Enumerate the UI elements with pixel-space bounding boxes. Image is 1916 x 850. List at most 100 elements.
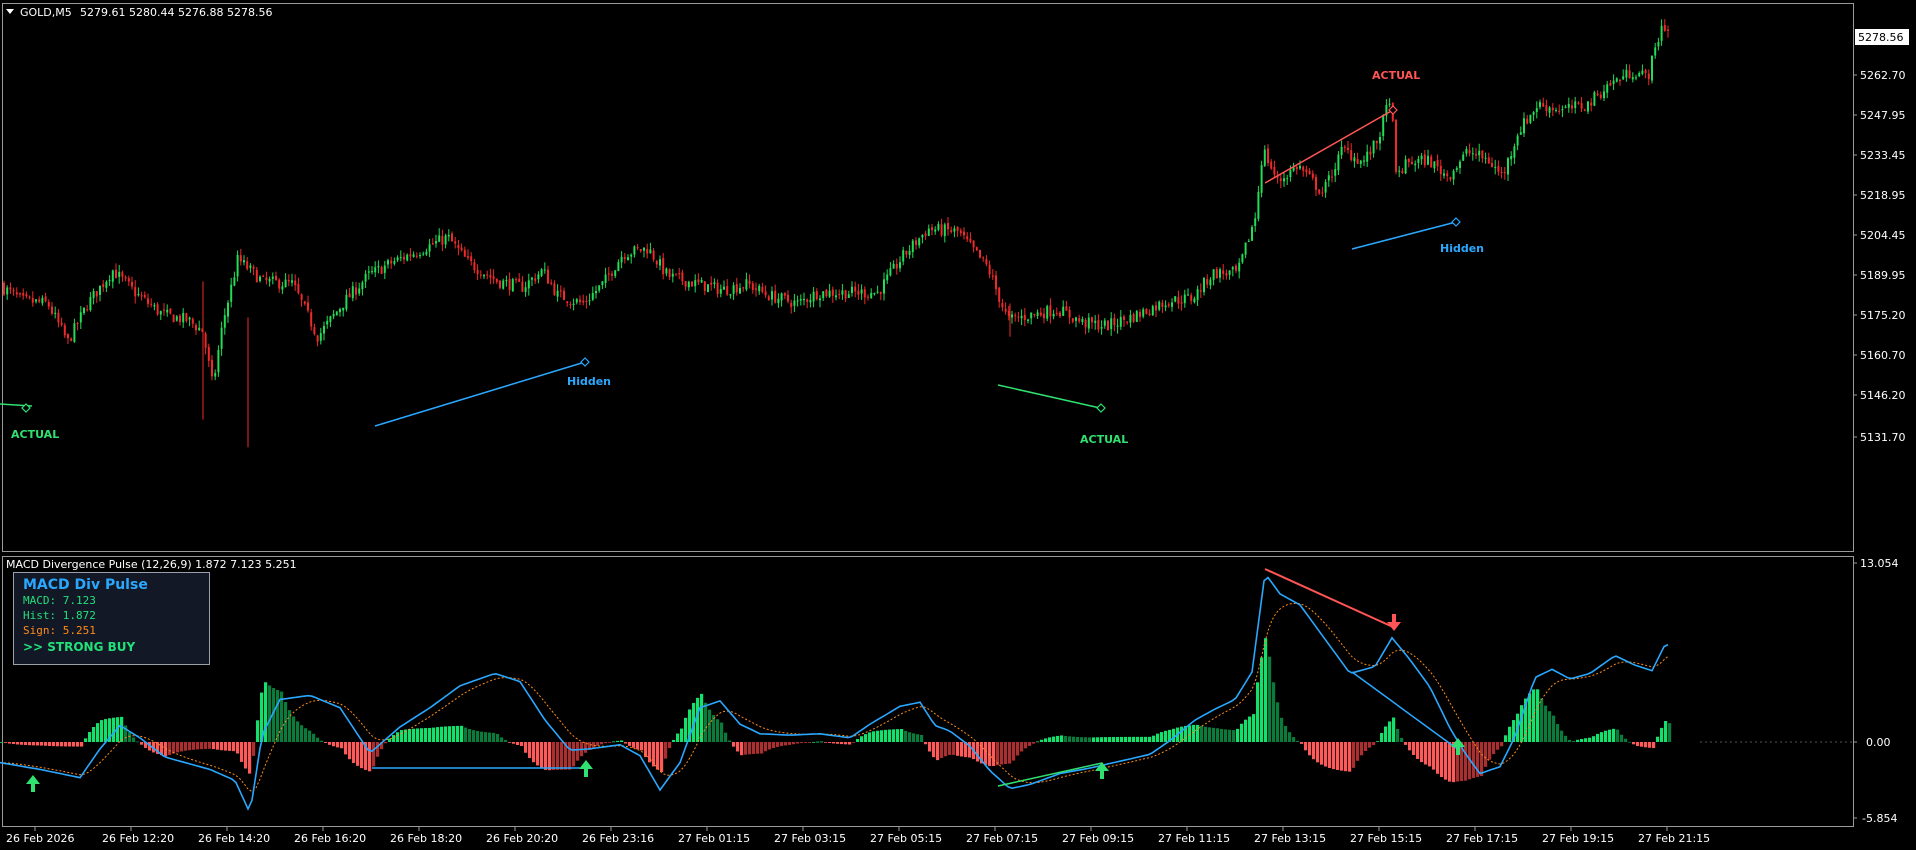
histogram-bar xyxy=(16,742,20,745)
candle-body xyxy=(1446,173,1449,177)
histogram-bar xyxy=(1620,734,1624,742)
candle-body xyxy=(326,320,329,325)
histogram-bar xyxy=(536,742,540,766)
candle-body xyxy=(291,280,293,283)
candle-body xyxy=(1097,320,1100,330)
candle-body xyxy=(1487,157,1490,164)
candle-body xyxy=(1100,327,1103,329)
candle-body xyxy=(937,224,940,230)
candle-body xyxy=(611,273,613,276)
candle-body xyxy=(812,291,815,302)
candle-body xyxy=(329,316,332,322)
histogram-bar xyxy=(1528,693,1532,742)
candle-body xyxy=(1388,103,1391,105)
candle-body xyxy=(719,289,722,294)
candle-body xyxy=(831,289,834,296)
histogram-bar xyxy=(1040,739,1044,742)
price-axis[interactable]: 5262.70 5247.95 5233.45 5218.95 5204.45 5189.… xyxy=(1853,69,1906,444)
histogram-bar xyxy=(320,740,324,742)
macd-bearish-divergence xyxy=(1264,568,1394,628)
histogram-bar xyxy=(1320,742,1324,765)
time-tick-label: 27 Feb 21:15 xyxy=(1638,832,1710,845)
candle-body xyxy=(195,325,197,331)
histogram-bar xyxy=(784,742,788,746)
histogram-bar xyxy=(724,732,728,742)
sell-arrow-icon xyxy=(1387,614,1401,631)
candle-body xyxy=(233,277,236,286)
histogram-bar xyxy=(948,742,952,755)
candle-body xyxy=(1254,218,1257,226)
histogram-bar xyxy=(12,742,16,745)
histogram-bar xyxy=(192,742,196,750)
histogram-bar xyxy=(940,742,944,758)
candle-body xyxy=(889,268,892,276)
candle-body xyxy=(1119,316,1122,327)
time-axis[interactable]: 26 Feb 2026 26 Feb 12:20 26 Feb 14:20 26 Fe… xyxy=(6,827,1710,845)
candle-body xyxy=(780,293,783,301)
histogram-bar xyxy=(504,740,508,742)
histogram-bar xyxy=(112,717,116,742)
candle-body xyxy=(1139,311,1141,317)
candle-body xyxy=(1039,312,1042,316)
candle-body xyxy=(809,300,812,303)
histogram-bar xyxy=(708,709,712,742)
candle-body xyxy=(463,249,466,257)
histogram-bar xyxy=(1632,742,1636,745)
candle-body xyxy=(1465,149,1468,154)
histogram-bar xyxy=(1544,705,1548,742)
candle-body xyxy=(1094,320,1097,323)
candle-body xyxy=(1635,77,1637,79)
histogram-bar xyxy=(1284,725,1288,742)
histogram-bar xyxy=(1392,717,1396,742)
candle-body xyxy=(959,230,962,234)
histogram-bar xyxy=(136,741,140,743)
candle-body xyxy=(281,286,284,290)
candle-body xyxy=(1129,314,1132,323)
histogram-bar xyxy=(1156,733,1160,742)
candle-body xyxy=(351,286,354,299)
candle-body xyxy=(108,280,111,282)
candle-body xyxy=(537,274,540,280)
histogram-bar xyxy=(1276,702,1280,742)
candle-body xyxy=(601,281,604,286)
candle-body xyxy=(1654,47,1657,56)
candle-body xyxy=(457,244,460,249)
histogram-bar xyxy=(48,742,52,746)
histogram-bar xyxy=(1316,742,1320,763)
histogram-bar xyxy=(1100,737,1104,742)
histogram-bar xyxy=(1556,724,1560,742)
candle-body xyxy=(1414,163,1417,166)
candle-body xyxy=(1667,29,1669,31)
candle-body xyxy=(758,285,761,292)
candle-body xyxy=(1529,114,1532,123)
histogram-bar xyxy=(1024,742,1028,749)
trading-chart-window[interactable]: ACTUAL Hidden ACTUAL ACTUAL Hidden GOLD,… xyxy=(0,0,1916,850)
candle-body xyxy=(207,346,210,361)
candle-body xyxy=(1433,161,1436,169)
histogram-bar xyxy=(868,732,872,742)
histogram-bar xyxy=(1660,727,1664,742)
buy-arrow-icon xyxy=(26,775,40,792)
macd-bullish-divergence xyxy=(997,762,1103,787)
candle-body xyxy=(1615,78,1618,82)
time-tick-label: 27 Feb 19:15 xyxy=(1542,832,1614,845)
candle-body xyxy=(252,266,255,269)
candle-body xyxy=(1065,306,1068,311)
candle-body xyxy=(924,233,927,236)
candle-body xyxy=(236,254,239,277)
candle-body xyxy=(1407,158,1410,163)
indicator-panel[interactable] xyxy=(2,556,1854,827)
main-chart-panel[interactable] xyxy=(2,3,1854,552)
histogram-bar xyxy=(676,733,680,742)
candle-body xyxy=(505,280,508,282)
candle-body xyxy=(1340,146,1343,156)
histogram-bar xyxy=(856,739,860,742)
candle-body xyxy=(1567,103,1570,108)
candle-body xyxy=(572,303,575,305)
price-tick-label: 5247.95 xyxy=(1860,109,1906,122)
candle-body xyxy=(1327,175,1330,181)
candle-body xyxy=(982,257,985,259)
chart-menu-icon[interactable] xyxy=(6,9,14,14)
candle-body xyxy=(1135,311,1138,322)
histogram-bar xyxy=(248,742,252,774)
